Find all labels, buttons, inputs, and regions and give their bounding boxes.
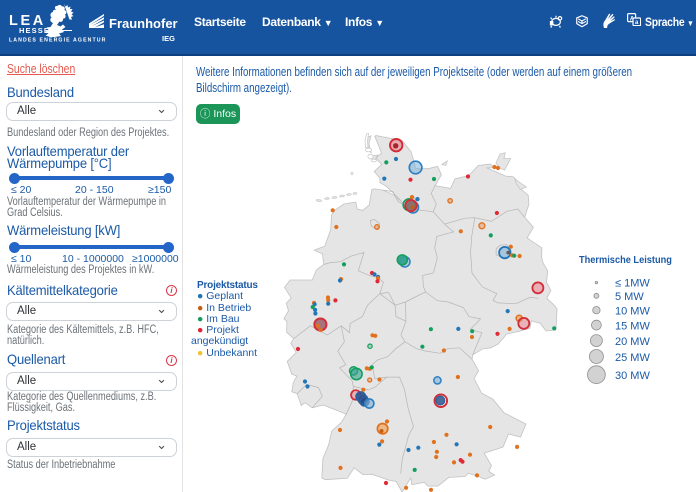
svg-text:20 MW: 20 MW <box>615 336 650 348</box>
svg-text:10 MW: 10 MW <box>615 306 650 318</box>
svg-text:5 MW: 5 MW <box>615 291 644 303</box>
svg-text:≤ 1MW: ≤ 1MW <box>615 278 650 290</box>
svg-text:25 MW: 25 MW <box>615 352 650 364</box>
svg-text:15 MW: 15 MW <box>615 321 650 333</box>
svg-text:30 MW: 30 MW <box>615 370 650 382</box>
